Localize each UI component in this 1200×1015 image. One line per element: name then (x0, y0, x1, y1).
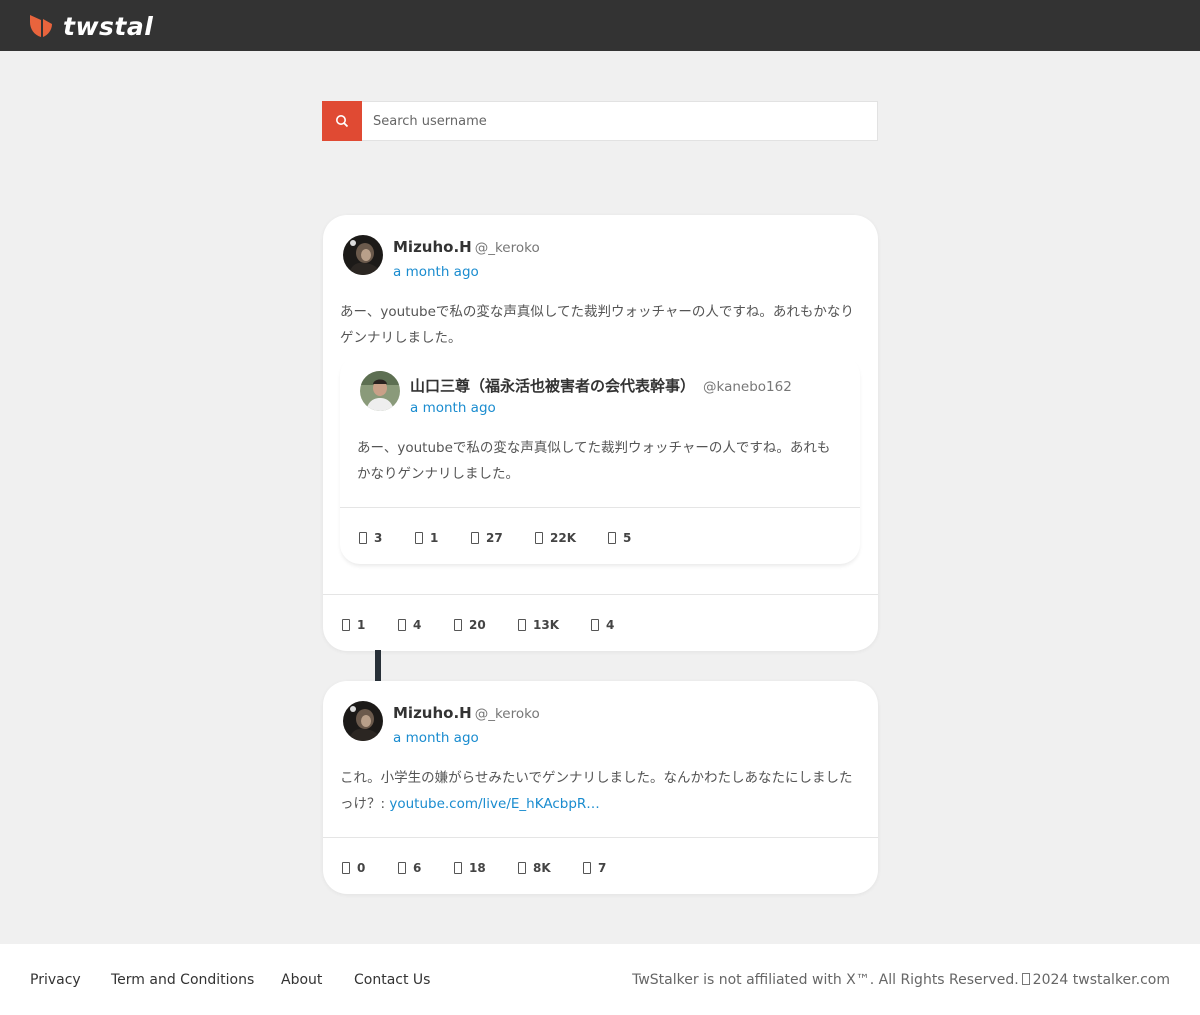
reply-icon (359, 532, 367, 544)
author-display-name: Mizuho.H (393, 238, 472, 256)
reply-count[interactable]: 1 (342, 618, 398, 632)
author-name[interactable]: Mizuho.H @_keroko (393, 238, 540, 256)
retweet-count[interactable]: 4 (398, 618, 454, 632)
bookmark-icon (608, 532, 616, 544)
retweet-count-value: 4 (413, 618, 422, 632)
like-count-value: 27 (486, 531, 503, 545)
like-count[interactable]: 20 (454, 618, 518, 632)
author-handle: @_keroko (474, 240, 540, 256)
bookmark-count-value: 4 (606, 618, 615, 632)
tweet-card: Mizuho.H @_keroko a month ago これ。小学生の嫌がらせ… (323, 681, 878, 894)
divider (340, 507, 860, 508)
heart-icon (454, 862, 462, 874)
retweet-count[interactable]: 1 (415, 531, 471, 545)
quoted-author-name[interactable]: 山口三尊（福永活也被害者の会代表幹事） @kanebo162 (410, 375, 792, 396)
footer-link-contact[interactable]: Contact Us (354, 972, 430, 988)
view-count-value: 22K (550, 531, 576, 545)
author-handle: @_keroko (474, 706, 540, 722)
bookmark-count[interactable]: 5 (608, 531, 631, 545)
search-icon (336, 115, 349, 128)
reply-icon (342, 862, 350, 874)
reply-count-value: 0 (357, 861, 366, 875)
quoted-timestamp-link[interactable]: a month ago (410, 400, 496, 416)
quoted-tweet-stats: 3 1 27 22K 5 (359, 530, 631, 546)
reply-count[interactable]: 0 (342, 861, 398, 875)
timestamp-link[interactable]: a month ago (393, 730, 479, 746)
bookmark-count[interactable]: 7 (583, 861, 606, 875)
chart-icon (535, 532, 543, 544)
search-button[interactable] (322, 101, 362, 141)
bookmark-count-value: 5 (623, 531, 632, 545)
like-count-value: 18 (469, 861, 486, 875)
quoted-author-handle: @kanebo162 (703, 379, 792, 395)
view-count-value: 13K (533, 618, 559, 632)
footer: Privacy Term and Conditions About Contac… (0, 944, 1200, 1015)
chart-icon (518, 862, 526, 874)
tweet-text: あー、youtubeで私の変な声真似してた裁判ウォッチャーの人ですね。あれもかな… (340, 304, 854, 346)
retweet-count[interactable]: 6 (398, 861, 454, 875)
tweet-text: これ。小学生の嫌がらせみたいでゲンナリしました。なんかわたしあなたにしましたっけ… (340, 765, 862, 817)
avatar[interactable] (360, 371, 400, 411)
footer-link-terms[interactable]: Term and Conditions (111, 972, 254, 988)
like-count[interactable]: 27 (471, 531, 535, 545)
reply-icon (342, 619, 350, 631)
bookmark-count[interactable]: 4 (591, 618, 614, 632)
like-count[interactable]: 18 (454, 861, 518, 875)
bookmark-icon (583, 862, 591, 874)
view-count[interactable]: 8K (518, 861, 583, 875)
reply-count-value: 3 (374, 531, 383, 545)
bookmark-count-value: 7 (598, 861, 607, 875)
tweet-link[interactable]: youtube.com/live/E_hKAcbpR… (389, 796, 599, 812)
view-count[interactable]: 22K (535, 531, 608, 545)
tweet-stats: 0 6 18 8K 7 (342, 860, 606, 876)
quoted-tweet-text: あー、youtubeで私の変な声真似してた裁判ウォッチャーの人ですね。あれもかな… (357, 440, 831, 482)
retweet-icon (398, 862, 406, 874)
heart-icon (454, 619, 462, 631)
heart-icon (471, 532, 479, 544)
footer-copyright: TwStalker is not affiliated with X™. All… (632, 972, 1170, 988)
retweet-icon (415, 532, 423, 544)
avatar[interactable] (343, 235, 383, 275)
view-count-value: 8K (533, 861, 551, 875)
search-input[interactable] (362, 102, 877, 140)
thread-connector (375, 650, 381, 682)
author-name[interactable]: Mizuho.H @_keroko (393, 704, 540, 722)
footer-link-privacy[interactable]: Privacy (30, 972, 81, 988)
timestamp-link[interactable]: a month ago (393, 264, 479, 280)
quoted-tweet[interactable]: 山口三尊（福永活也被害者の会代表幹事） @kanebo162 a month ag… (340, 355, 860, 564)
retweet-count-value: 6 (413, 861, 422, 875)
quoted-display-name: 山口三尊（福永活也被害者の会代表幹事） (410, 377, 696, 395)
retweet-icon (398, 619, 406, 631)
view-count[interactable]: 13K (518, 618, 591, 632)
brand-logo[interactable]: twstalker (28, 12, 154, 40)
chart-icon (518, 619, 526, 631)
search-bar (322, 101, 878, 141)
avatar[interactable] (343, 701, 383, 741)
author-display-name: Mizuho.H (393, 704, 472, 722)
twstalker-logo-icon (30, 15, 52, 37)
tweet-card: Mizuho.H @_keroko a month ago あー、youtubeで… (323, 215, 878, 651)
copyright-icon (1021, 973, 1030, 985)
copyright-site: 2024 twstalker.com (1032, 972, 1170, 988)
divider (323, 837, 878, 838)
brand-name: twstalker (63, 12, 154, 40)
copyright-text: TwStalker is not affiliated with X™. All… (632, 972, 1019, 988)
retweet-count-value: 1 (430, 531, 439, 545)
like-count-value: 20 (469, 618, 486, 632)
divider (323, 594, 878, 595)
reply-count[interactable]: 3 (359, 531, 415, 545)
reply-count-value: 1 (357, 618, 366, 632)
footer-link-about[interactable]: About (281, 972, 322, 988)
tweet-stats: 1 4 20 13K 4 (342, 617, 614, 633)
top-navbar: twstalker (0, 0, 1200, 51)
bookmark-icon (591, 619, 599, 631)
